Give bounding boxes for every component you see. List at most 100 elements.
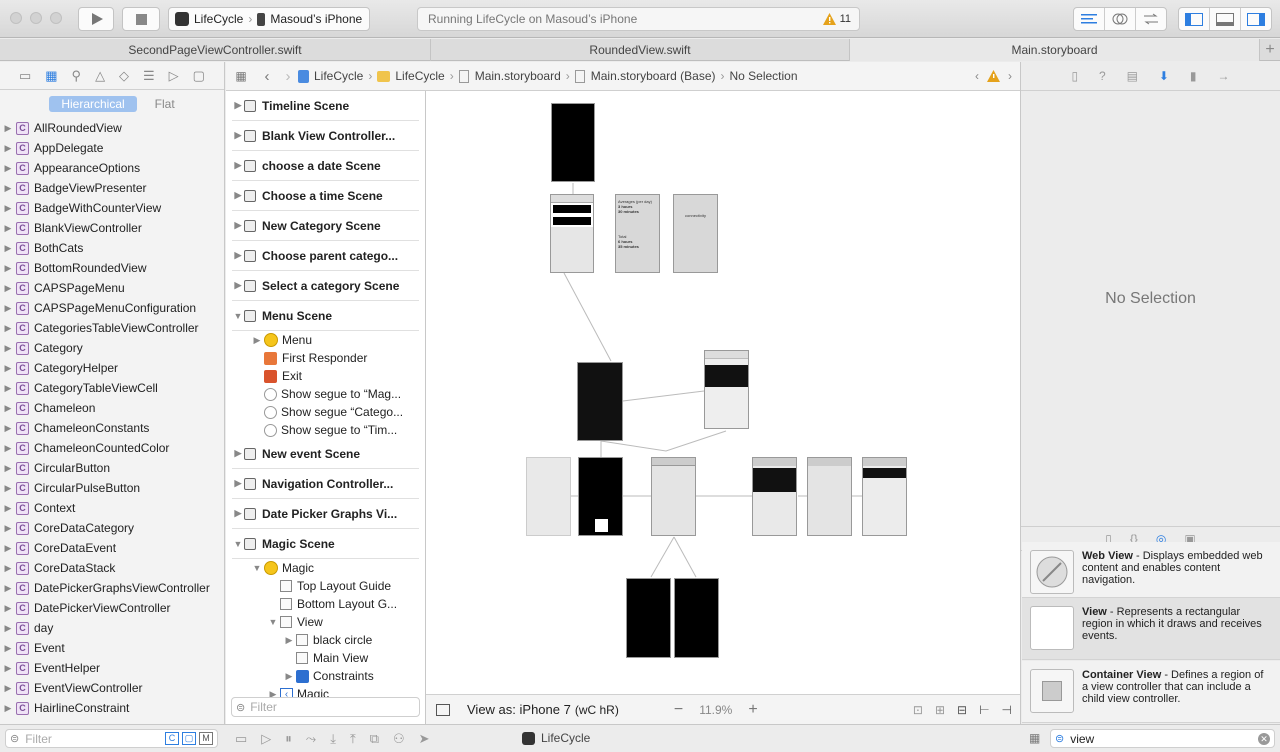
symbol-list-item[interactable]: ▶ C CategoryTableViewCell	[0, 378, 224, 398]
quick-help-icon[interactable]: ?	[1099, 69, 1106, 83]
outline-scene[interactable]: ▶ Date Picker Graphs Vi...	[232, 499, 419, 529]
next-issue-icon[interactable]: ›	[1008, 69, 1012, 83]
disclosure-triangle-icon[interactable]: ▶	[232, 130, 244, 141]
new-event-scene-thumbnail[interactable]	[651, 457, 696, 536]
symbol-list-item[interactable]: ▶ C CoreDataStack	[0, 558, 224, 578]
crumb-base[interactable]: Main.storyboard (Base)	[591, 69, 716, 83]
symbol-list-item[interactable]: ▶ C Chameleon	[0, 398, 224, 418]
library-item-view[interactable]: View - Represents a rectangular region i…	[1022, 598, 1280, 660]
disclosure-triangle-icon[interactable]: ▶	[0, 243, 16, 254]
view-debugger-icon[interactable]: ⧉	[370, 731, 379, 747]
symbol-list-item[interactable]: ▶ C AllRoundedView	[0, 118, 224, 138]
stop-button[interactable]	[122, 7, 160, 31]
symbol-list-item[interactable]: ▶ C CoreDataCategory	[0, 518, 224, 538]
disclosure-triangle-icon[interactable]: ▶	[0, 383, 16, 394]
symbol-list-item[interactable]: ▶ C BlankViewController	[0, 218, 224, 238]
connectivity-scene-thumbnail[interactable]: connectivity	[673, 194, 718, 273]
outline-item[interactable]: Show segue to “Mag...	[232, 385, 419, 403]
time-scene-thumbnail[interactable]	[674, 578, 719, 658]
zoom-in-button[interactable]: +	[748, 701, 757, 719]
tab-secondpage[interactable]: SecondPageViewController.swift	[0, 39, 431, 61]
disclosure-triangle-icon[interactable]: ▶	[282, 671, 296, 682]
scheme-selector[interactable]: LifeCycle › Masoud’s iPhone	[168, 7, 370, 31]
disclosure-triangle-icon[interactable]: ▶	[232, 220, 244, 231]
add-tab-button[interactable]: +	[1260, 39, 1280, 61]
disclosure-triangle-icon[interactable]: ▶	[0, 323, 16, 334]
blank-view-controller-thumbnail[interactable]	[550, 194, 594, 273]
symbol-list-item[interactable]: ▶ C BothCats	[0, 238, 224, 258]
disclosure-triangle-icon[interactable]: ▶	[0, 703, 16, 714]
choose-parent-thumbnail[interactable]	[807, 457, 852, 536]
file-inspector-icon[interactable]: ▯	[1071, 69, 1078, 83]
close-window-button[interactable]	[10, 12, 22, 24]
disclosure-triangle-icon[interactable]: ▶	[0, 263, 16, 274]
outline-item[interactable]: Top Layout Guide	[232, 577, 419, 595]
disclosure-triangle-icon[interactable]: ▶	[232, 448, 244, 459]
tab-roundedview[interactable]: RoundedView.swift	[431, 39, 850, 61]
storyboard-canvas[interactable]: Averages (per day) 3 hours 30 minutes To…	[426, 91, 1020, 694]
member-filter-button[interactable]: M	[199, 732, 213, 745]
minimize-window-button[interactable]	[30, 12, 42, 24]
outline-scene[interactable]: ▶ New event Scene	[232, 439, 419, 469]
outline-item[interactable]: ▼ Magic	[232, 559, 419, 577]
outline-scene[interactable]: ▶ Choose a time Scene	[232, 181, 419, 211]
disclosure-triangle-icon[interactable]: ▶	[0, 463, 16, 474]
symbol-list-item[interactable]: ▶ C EventViewController	[0, 678, 224, 698]
disclosure-triangle-icon[interactable]: ▶	[0, 143, 16, 154]
symbol-list-item[interactable]: ▶ C ChameleonCountedColor	[0, 438, 224, 458]
disclosure-triangle-icon[interactable]: ▶	[232, 478, 244, 489]
library-search[interactable]: ⊜ view ✕	[1050, 729, 1275, 748]
crumb-project[interactable]: LifeCycle	[314, 69, 363, 83]
outline-scene[interactable]: ▶ Navigation Controller...	[232, 469, 419, 499]
size-inspector-icon[interactable]: ▮	[1190, 69, 1197, 83]
symbol-list-item[interactable]: ▶ C AppDelegate	[0, 138, 224, 158]
update-frames-icon[interactable]: ⊡	[913, 703, 923, 717]
pause-icon[interactable]: ⏸	[285, 731, 292, 747]
disclosure-triangle-icon[interactable]: ▶	[0, 203, 16, 214]
step-in-icon[interactable]: ⤓	[330, 731, 336, 747]
symbol-list-item[interactable]: ▶ C CAPSPageMenuConfiguration	[0, 298, 224, 318]
disclosure-triangle-icon[interactable]: ▶	[0, 643, 16, 654]
symbol-navigator-icon[interactable]: ▦	[45, 68, 57, 84]
crumb-group[interactable]: LifeCycle	[395, 69, 444, 83]
disclosure-triangle-icon[interactable]: ▶	[0, 303, 16, 314]
disclosure-triangle-icon[interactable]: ▶	[232, 280, 244, 291]
back-arrow-icon[interactable]: ‹	[256, 68, 278, 85]
debug-icon[interactable]: ☰	[143, 68, 155, 84]
symbol-list-item[interactable]: ▶ C CAPSPageMenu	[0, 278, 224, 298]
category-scene-thumbnail[interactable]	[704, 350, 749, 429]
disclosure-triangle-icon[interactable]: ▶	[250, 335, 264, 346]
hide-debug-icon[interactable]: ▭	[235, 731, 247, 747]
outline-item[interactable]: Bottom Layout G...	[232, 595, 419, 613]
disclosure-triangle-icon[interactable]: ▶	[0, 443, 16, 454]
symbol-list-item[interactable]: ▶ C CoreDataEvent	[0, 538, 224, 558]
disclosure-triangle-icon[interactable]: ▶	[0, 343, 16, 354]
disclosure-triangle-icon[interactable]: ▶	[0, 403, 16, 414]
disclosure-triangle-icon[interactable]: ▶	[232, 250, 244, 261]
flat-mode-button[interactable]: Flat	[155, 97, 175, 111]
outline-scene[interactable]: ▶ Choose parent catego...	[232, 241, 419, 271]
connections-inspector-icon[interactable]: →	[1217, 69, 1229, 83]
symbol-list-item[interactable]: ▶ C AppearanceOptions	[0, 158, 224, 178]
debug-process[interactable]: LifeCycle	[522, 731, 590, 745]
disclosure-triangle-icon[interactable]: ▶	[232, 160, 244, 171]
resolve-issues-icon[interactable]: ⊣	[1002, 703, 1012, 717]
library-item-container-view[interactable]: Container View - Defines a region of a v…	[1022, 661, 1280, 723]
outline-scene[interactable]: ▶ Timeline Scene	[232, 91, 419, 121]
location-icon[interactable]: ➤	[419, 731, 430, 747]
outline-scene[interactable]: ▶ New Category Scene	[232, 211, 419, 241]
disclosure-triangle-icon[interactable]: ▶	[0, 283, 16, 294]
toggle-debug-button[interactable]	[1210, 8, 1241, 30]
zoom-window-button[interactable]	[50, 12, 62, 24]
crumb-selection[interactable]: No Selection	[729, 69, 797, 83]
disclosure-triangle-icon[interactable]: ▶	[0, 223, 16, 234]
find-icon[interactable]: ⚲	[72, 68, 82, 84]
run-button[interactable]	[78, 7, 114, 31]
disclosure-triangle-icon[interactable]: ▶	[232, 100, 244, 111]
view-as-label[interactable]: View as: iPhone 7	[467, 702, 571, 717]
symbol-list-item[interactable]: ▶ C Category	[0, 338, 224, 358]
standard-editor-button[interactable]	[1074, 8, 1105, 30]
symbol-list-item[interactable]: ▶ C CategoriesTableViewController	[0, 318, 224, 338]
navigator-filter[interactable]: ⊜ Filter C ▢ M	[5, 729, 218, 748]
toggle-utilities-button[interactable]	[1241, 8, 1271, 30]
